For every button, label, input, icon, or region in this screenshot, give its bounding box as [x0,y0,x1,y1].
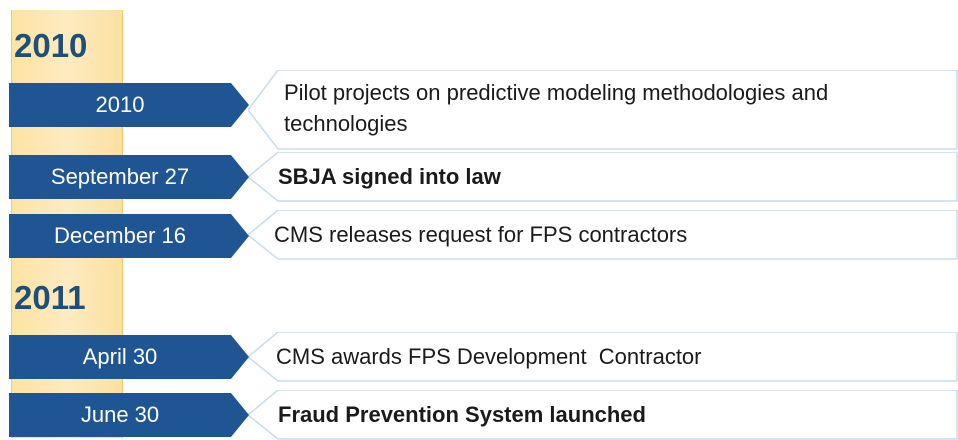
event-date: December 16 [53,223,187,248]
event-card-1: Pilot projects on predictive modeling me… [248,70,958,150]
event-description: Pilot projects on predictive modeling me… [284,80,829,136]
event-description: CMS awards FPS Development Contractor [276,344,702,369]
event-date: April 30 [82,344,158,369]
event-date: 2010 [95,92,145,117]
event-description: SBJA signed into law [278,164,501,189]
event-card-4: CMS awards FPS Development Contractor [248,332,958,382]
event-date: September 27 [50,164,190,189]
event-date: June 30 [80,402,160,427]
event-card-5: Fraud Prevention System launched [248,390,958,440]
event-description: CMS releases request for FPS contractors [274,222,688,247]
event-card-2: SBJA signed into law [248,152,958,202]
year-heading-2011: 2011 [14,279,86,316]
event-card-3: CMS releases request for FPS contractors [248,210,958,260]
year-heading-2010: 2010 [14,27,88,64]
event-description: Fraud Prevention System launched [278,402,646,427]
